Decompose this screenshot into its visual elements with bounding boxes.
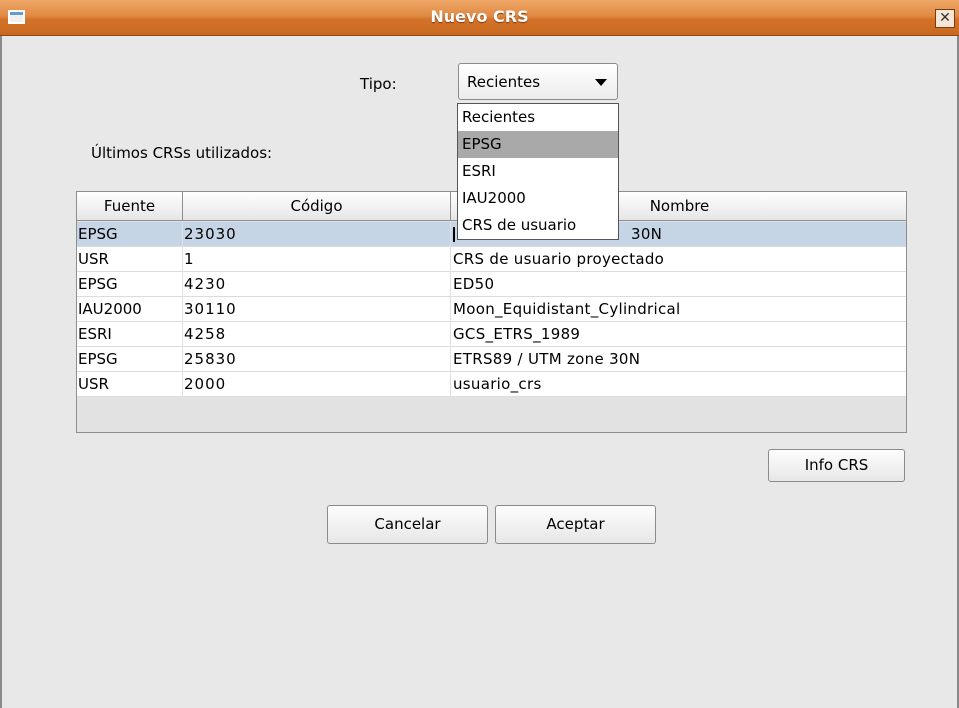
- cancel-label: Cancelar: [374, 515, 441, 533]
- cell-codigo: 23030: [184, 225, 237, 243]
- column-header-codigo[interactable]: Código: [183, 192, 451, 221]
- chevron-down-icon: [595, 79, 607, 86]
- dropdown-option-esri[interactable]: ESRI: [458, 158, 618, 185]
- table-row[interactable]: IAU2000 30110 Moon_Equidistant_Cylindric…: [77, 297, 906, 322]
- cell-fuente: EPSG: [78, 350, 118, 368]
- tipo-dropdown-list[interactable]: Recientes EPSG ESRI IAU2000 CRS de usuar…: [457, 103, 619, 240]
- recent-crs-label: Últimos CRSs utilizados:: [91, 144, 273, 162]
- cell-nombre: Moon_Equidistant_Cylindrical: [453, 300, 681, 318]
- dropdown-option-crs-usuario[interactable]: CRS de usuario: [458, 212, 618, 239]
- accept-button[interactable]: Aceptar: [495, 505, 656, 544]
- cell-fuente: USR: [78, 250, 109, 268]
- cell-nombre: GCS_ETRS_1989: [453, 325, 581, 343]
- cell-nombre: CRS de usuario proyectado: [453, 250, 665, 268]
- accept-label: Aceptar: [546, 515, 605, 533]
- cell-fuente: ESRI: [78, 325, 112, 343]
- close-button[interactable]: ✕: [935, 9, 955, 28]
- column-divider: [450, 222, 451, 397]
- cell-fuente: EPSG: [78, 275, 118, 293]
- cell-codigo: 2000: [184, 375, 227, 393]
- dropdown-option-iau2000[interactable]: IAU2000: [458, 185, 618, 212]
- window-title: Nuevo CRS: [430, 7, 529, 26]
- tipo-combobox[interactable]: Recientes: [458, 63, 618, 100]
- table-row[interactable]: USR 2000 usuario_crs: [77, 372, 906, 397]
- table-row[interactable]: EPSG 4230 ED50: [77, 272, 906, 297]
- dropdown-option-epsg[interactable]: EPSG: [458, 131, 618, 158]
- table-row[interactable]: USR 1 CRS de usuario proyectado: [77, 247, 906, 272]
- cell-nombre-visible: 30N: [631, 225, 663, 243]
- cell-fuente: USR: [78, 375, 109, 393]
- cell-codigo: 25830: [184, 350, 237, 368]
- column-divider: [182, 222, 183, 397]
- cell-fuente: IAU2000: [78, 300, 142, 318]
- info-crs-label: Info CRS: [804, 456, 869, 474]
- window-border-left: [0, 36, 2, 708]
- tipo-label: Tipo:: [360, 75, 397, 93]
- table-row[interactable]: EPSG 25830 ETRS89 / UTM zone 30N: [77, 347, 906, 372]
- info-crs-button[interactable]: Info CRS: [768, 449, 905, 482]
- cell-nombre: usuario_crs: [453, 375, 542, 393]
- dropdown-option-recientes[interactable]: Recientes: [458, 104, 618, 131]
- cell-codigo: 1: [184, 250, 195, 268]
- column-header-fuente[interactable]: Fuente: [77, 192, 183, 221]
- table-row[interactable]: ESRI 4258 GCS_ETRS_1989: [77, 322, 906, 347]
- cell-nombre: ETRS89 / UTM zone 30N: [453, 350, 641, 368]
- cancel-button[interactable]: Cancelar: [327, 505, 488, 544]
- cell-codigo: 4230: [184, 275, 227, 293]
- cell-nombre: ED50: [453, 275, 495, 293]
- title-bar[interactable]: Nuevo CRS ✕: [0, 0, 959, 36]
- cell-codigo: 4258: [184, 325, 227, 343]
- tipo-selected-value: Recientes: [467, 73, 541, 91]
- cell-fuente: EPSG: [78, 225, 118, 243]
- cell-codigo: 30110: [184, 300, 237, 318]
